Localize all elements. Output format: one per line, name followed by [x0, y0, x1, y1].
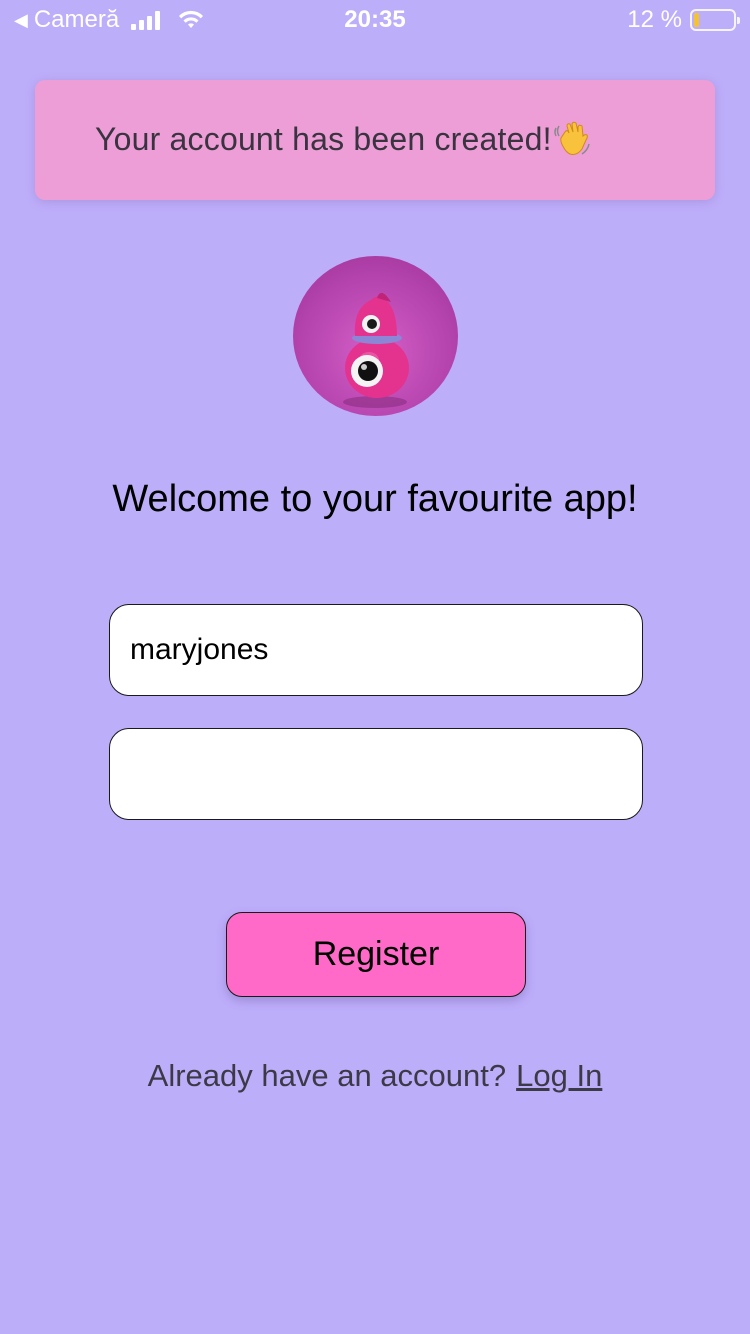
success-toast: Your account has been created!: [35, 80, 715, 200]
toast-message: Your account has been created!: [95, 121, 552, 157]
username-field[interactable]: [109, 604, 643, 696]
welcome-title: Welcome to your favourite app!: [112, 478, 638, 520]
status-right: 12 %: [627, 6, 740, 33]
password-field[interactable]: [109, 728, 643, 820]
battery-percentage: 12 %: [627, 6, 682, 33]
pink-creature-avatar: [343, 292, 409, 408]
toast-content: Your account has been created!: [95, 118, 592, 158]
battery-level: [694, 13, 699, 27]
avatar: [293, 256, 458, 416]
status-bar: ◀ Cameră 20:35 12 %: [0, 0, 750, 40]
register-button[interactable]: Register: [226, 912, 526, 997]
login-prompt-row: Already have an account? Log In: [0, 1058, 750, 1094]
login-prompt-text: Already have an account?: [147, 1058, 507, 1093]
battery-icon: [690, 9, 740, 31]
login-link[interactable]: Log In: [516, 1058, 602, 1093]
waving-hand-icon: [553, 121, 590, 155]
